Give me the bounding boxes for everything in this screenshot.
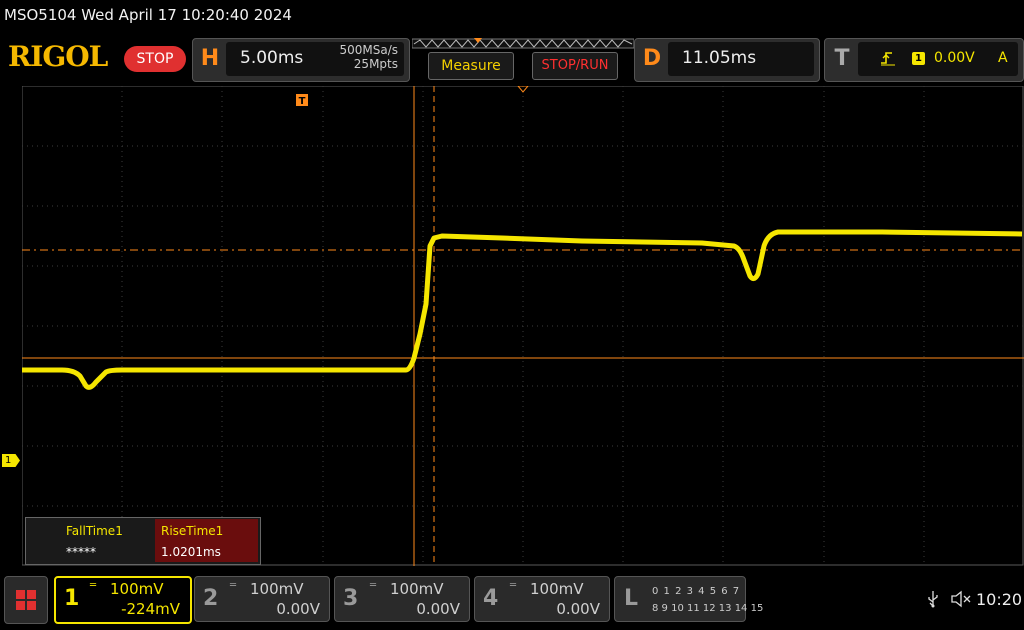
channel-2-offset: 0.00V (276, 600, 320, 618)
rising-edge-icon (881, 52, 895, 66)
measurement-value: 1.0201ms (161, 545, 221, 559)
measure-button[interactable]: Measure (428, 52, 514, 80)
sample-rate: 500MSa/s (339, 43, 398, 57)
stop-run-button[interactable]: STOP/RUN (532, 52, 618, 80)
main-menu-button[interactable] (4, 576, 48, 624)
channel-2-scale: 100mV (250, 580, 304, 598)
delay-value: 11.05ms (682, 48, 757, 68)
logic-label: L (624, 586, 639, 611)
memory-depth: 25Mpts (353, 57, 398, 71)
time-scale-value: 5.00ms (240, 48, 304, 68)
svg-text:T: T (299, 96, 306, 107)
speaker-muted-icon[interactable] (950, 590, 972, 608)
trigger-mode: A (998, 50, 1008, 66)
trigger-source-badge: 1 (912, 52, 925, 65)
channel-1-number: 1 (64, 586, 80, 611)
channel-2-number: 2 (203, 586, 219, 611)
delay-label: D (642, 46, 662, 71)
usb-icon (928, 591, 938, 608)
channel-3-number: 3 (343, 586, 359, 611)
waveform-display[interactable]: T (22, 86, 1024, 566)
run-state-badge[interactable]: STOP (124, 46, 186, 72)
dc-coupling-icon: ═ (370, 580, 377, 591)
clock: 10:20 (976, 590, 1023, 609)
memory-position-strip (412, 38, 634, 49)
dc-coupling-icon: ═ (510, 580, 517, 591)
measurement-name: RiseTime1 (161, 524, 224, 538)
channel-1-offset: -224mV (121, 600, 180, 618)
trigger-position-marker: T (296, 94, 308, 107)
digital-channels-row-2: 8 9 10 11 12 13 14 15 (652, 603, 764, 614)
trigger-level: 0.00V (934, 50, 975, 66)
channel-4-offset: 0.00V (556, 600, 600, 618)
trigger-label: T (834, 46, 850, 71)
dc-coupling-icon: ═ (90, 580, 97, 591)
channel-3-offset: 0.00V (416, 600, 460, 618)
grid-menu-icon (16, 590, 36, 610)
brand-logo: RIGOL (8, 40, 108, 73)
dc-coupling-icon: ═ (230, 580, 237, 591)
channel-4-number: 4 (483, 586, 499, 611)
acquisition-info: 500MSa/s 25Mpts (326, 43, 398, 71)
channel-1-offset-marker[interactable]: 1 (2, 454, 20, 467)
channel-1-scale: 100mV (110, 580, 164, 598)
horizontal-label: H (200, 46, 220, 71)
digital-channels-row-1: 0 1 2 3 4 5 6 7 (652, 586, 741, 597)
measurement-value: ***** (66, 545, 96, 559)
model-datetime: MSO5104 Wed April 17 10:20:40 2024 (4, 6, 292, 24)
channel-3-scale: 100mV (390, 580, 444, 598)
channel-4-scale: 100mV (530, 580, 584, 598)
measurement-name: FallTime1 (66, 524, 123, 538)
